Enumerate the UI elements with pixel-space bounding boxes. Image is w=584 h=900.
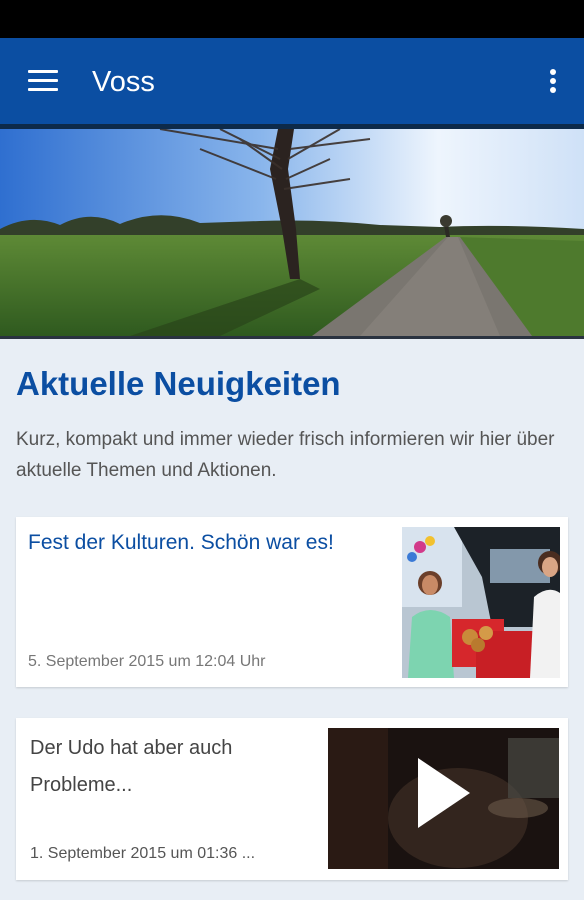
news-card[interactable]: Der Udo hat aber auch Probleme... 1. Sep… — [16, 718, 568, 880]
play-icon[interactable] — [416, 758, 476, 828]
news-card[interactable]: Fest der Kulturen. Schön war es! 5. Sept… — [16, 517, 568, 687]
hamburger-menu-icon[interactable] — [18, 60, 66, 102]
status-bar — [0, 0, 584, 38]
more-vertical-icon[interactable] — [538, 60, 568, 102]
news-card-date: 1. September 2015 um 01:36 ... — [30, 845, 256, 862]
app-title: Voss — [92, 66, 155, 98]
hero-divider — [0, 336, 584, 339]
news-card-date: 5. September 2015 um 12:04 Uhr — [28, 653, 266, 670]
news-card-title[interactable]: Fest der Kulturen. Schön war es! — [28, 529, 388, 557]
festival-photo[interactable] — [402, 527, 560, 678]
news-card-title[interactable]: Der Udo hat aber auch Probleme... — [30, 730, 320, 804]
app-bar: Voss — [0, 38, 584, 124]
section-description: Kurz, kompakt und immer wieder frisch in… — [16, 429, 555, 481]
hero-landscape-image — [0, 129, 584, 336]
section-title: Aktuelle Neuigkeiten — [16, 365, 341, 402]
